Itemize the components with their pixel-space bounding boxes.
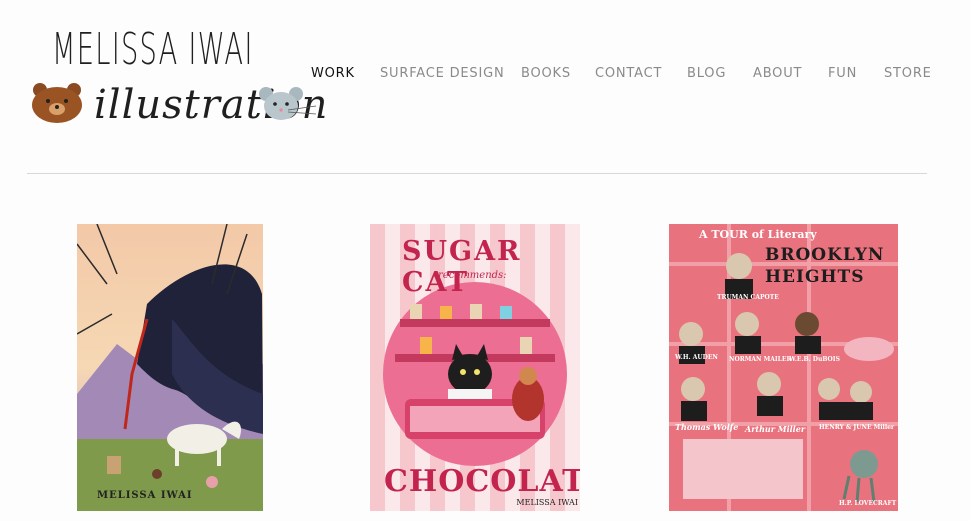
signature: MELISSA IWAI (516, 498, 578, 507)
label-web-dubois: W.E.B. DuBOIS (789, 356, 840, 363)
brooklyn-heading: BROOKLYN HEIGHTS (765, 245, 885, 287)
logo-title: MELISSA IWAI (52, 24, 254, 75)
nav-contact[interactable]: CONTACT (595, 66, 662, 81)
dragon-unicorn-illustration (77, 224, 263, 511)
label-hp-lovecraft: H.P. LOVECRAFT (839, 500, 897, 507)
sugar-cat-heading: SUGAR CAT (402, 236, 522, 298)
sugar-cat-subheading: recommends: (438, 270, 507, 281)
nav-work[interactable]: WORK (311, 66, 355, 81)
label-wh-auden: W.H. AUDEN (675, 354, 718, 361)
signature: MELISSA IWAI (97, 490, 193, 501)
mouse-icon (259, 87, 317, 120)
nav-store[interactable]: STORE (884, 66, 932, 81)
gallery-item-brooklyn-heights[interactable]: A TOUR of Literary BROOKLYN HEIGHTS TRUM… (669, 224, 898, 511)
nav-books[interactable]: BOOKS (521, 66, 571, 81)
nav-surface-design[interactable]: SURFACE DESIGN (380, 66, 504, 81)
label-henry-june-miller: HENRY & JUNE Miller (819, 424, 895, 431)
header-divider (27, 173, 927, 174)
bear-icon (32, 83, 82, 123)
site-logo[interactable]: MELISSA IWAI illustration (30, 24, 327, 136)
label-norman-mailer: NORMAN MAILER (729, 356, 792, 363)
nav-about[interactable]: ABOUT (753, 66, 802, 81)
label-thomas-wolfe: Thomas Wolfe (675, 422, 739, 432)
label-truman-capote: TRUMAN CAPOTE (717, 294, 779, 301)
gallery-item-sugar-cat[interactable]: SUGAR CAT recommends: CHOCOLATE MELISSA … (370, 224, 580, 511)
sugar-cat-footer: CHOCOLATE (384, 464, 580, 499)
brooklyn-heading-small: A TOUR of Literary (699, 228, 817, 241)
label-arthur-miller: Arthur Miller (745, 424, 806, 434)
nav-blog[interactable]: BLOG (687, 66, 726, 81)
nav-fun[interactable]: FUN (828, 66, 857, 81)
gallery-item-dragon[interactable]: MELISSA IWAI (77, 224, 263, 511)
